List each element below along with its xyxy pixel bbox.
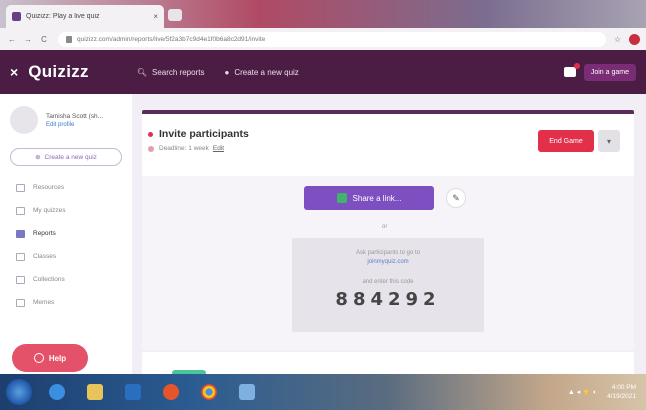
- windows-start-icon[interactable]: [6, 379, 32, 405]
- lock-icon: [66, 35, 72, 43]
- create-quiz-button[interactable]: ⊕ Create a new quiz: [10, 148, 122, 166]
- invite-title-text: Invite participants: [159, 128, 249, 140]
- share-link-label: Share a link...: [352, 193, 402, 203]
- google-classroom-icon: [336, 193, 347, 203]
- profile-name: Tamisha Scott (sh...: [46, 112, 104, 120]
- reports-icon: [16, 229, 25, 238]
- taskbar-app-media[interactable]: [118, 379, 148, 405]
- tab-close-icon[interactable]: ×: [153, 12, 158, 21]
- sidebar-item-my-quizzes[interactable]: My quizzes: [0, 199, 132, 222]
- edit-deadline-link[interactable]: Edit: [213, 145, 224, 152]
- sidebar-item-memes[interactable]: Memes: [0, 291, 132, 314]
- sidebar-item-resources[interactable]: Resources: [0, 176, 132, 199]
- browser-profile-icon[interactable]: [629, 33, 640, 45]
- window-icon: [239, 384, 255, 400]
- forward-icon[interactable]: →: [22, 35, 34, 44]
- create-quiz-link[interactable]: ● Create a new quiz: [224, 68, 298, 77]
- firefox-icon: [163, 384, 179, 400]
- join-game-button[interactable]: Join a game: [583, 63, 636, 81]
- back-icon[interactable]: ←: [6, 35, 18, 44]
- taskbar-app-chrome[interactable]: [194, 379, 224, 405]
- sidebar: Tamisha Scott (sh... Edit profile ⊕ Crea…: [0, 94, 132, 374]
- enter-code-instruction: and enter this code: [362, 279, 414, 285]
- clock-date: 4/19/2021: [607, 393, 636, 400]
- or-divider: or: [382, 224, 388, 230]
- plus-icon: ⊕: [35, 154, 41, 161]
- close-icon[interactable]: ×: [10, 64, 18, 80]
- avatar[interactable]: [10, 106, 38, 134]
- sidebar-item-label: My quizzes: [33, 207, 66, 214]
- browser-toolbar: ← → C quizizz.com/admin/reports/live/5f2…: [0, 28, 646, 50]
- internet-explorer-icon: [49, 384, 65, 400]
- sidebar-item-label: Collections: [33, 276, 65, 283]
- taskbar-app-ie[interactable]: [42, 379, 72, 405]
- help-icon: [33, 353, 44, 363]
- app-header: × Quizizz 🔍︎ Search reports ● Create a n…: [0, 50, 646, 94]
- notification-badge: [573, 63, 580, 69]
- secondary-card: [142, 352, 634, 376]
- notification-icon[interactable]: [563, 63, 580, 77]
- sidebar-item-reports[interactable]: Reports: [0, 222, 132, 245]
- quizizz-favicon-icon: [12, 12, 21, 21]
- profile-box[interactable]: Tamisha Scott (sh... Edit profile: [0, 94, 132, 140]
- system-tray-icons[interactable]: ▲ ◂ ⚡ ◐: [568, 388, 597, 396]
- sidebar-item-label: Classes: [33, 253, 57, 260]
- join-url-link[interactable]: joinmyquiz.com: [292, 259, 484, 265]
- quizizz-logo[interactable]: Quizizz: [28, 62, 89, 82]
- quiz-icon: [16, 206, 25, 215]
- search-icon: 🔍︎: [136, 67, 147, 77]
- new-tab-button[interactable]: [168, 9, 182, 21]
- chrome-icon: [201, 384, 217, 400]
- chevron-down-icon[interactable]: ▾: [598, 130, 620, 152]
- tab-title: Quizizz: Play a live quiz: [26, 13, 100, 20]
- reload-icon[interactable]: C: [38, 35, 50, 44]
- taskbar-app-firefox[interactable]: [156, 379, 186, 405]
- sidebar-item-label: Reports: [33, 230, 56, 237]
- live-dot-icon: [148, 131, 153, 137]
- plus-circle-icon: ●: [224, 67, 230, 77]
- sidebar-item-label: Memes: [33, 299, 55, 306]
- taskbar-app-explorer[interactable]: [80, 379, 110, 405]
- invite-header: Invite participants Deadline: 1 week Edi…: [148, 128, 628, 164]
- clock-time: 4:00 PM: [611, 384, 636, 391]
- address-url: quizizz.com/admin/reports/live/5f2a3b7c9…: [77, 35, 266, 43]
- browser-tab[interactable]: Quizizz: Play a live quiz ×: [6, 5, 164, 28]
- taskbar-app-window[interactable]: [232, 379, 262, 405]
- edit-profile-link[interactable]: Edit profile: [46, 122, 103, 128]
- end-game-button[interactable]: End Game: [538, 130, 594, 152]
- clock[interactable]: 4:00 PM 4/19/2021: [607, 383, 636, 401]
- deadline-text: Deadline: 1 week: [159, 145, 209, 152]
- join-instruction: Ask participants to go to: [355, 250, 421, 256]
- game-code: 884292: [335, 289, 441, 310]
- sidebar-item-classes[interactable]: Classes: [0, 245, 132, 268]
- os-taskbar: ▲ ◂ ⚡ ◐ 4:00 PM 4/19/2021: [0, 374, 646, 410]
- create-quiz-label: Create a new quiz: [234, 67, 299, 77]
- browser-tabbar: Quizizz: Play a live quiz ×: [0, 0, 646, 28]
- pencil-icon[interactable]: ✎: [446, 188, 466, 208]
- help-label: Help: [48, 353, 67, 363]
- clock-icon: [148, 145, 154, 152]
- share-area: Share a link... ✎ or Ask participants to…: [142, 176, 634, 350]
- sidebar-item-collections[interactable]: Collections: [0, 268, 132, 291]
- address-bar[interactable]: quizizz.com/admin/reports/live/5f2a3b7c9…: [58, 31, 606, 47]
- search-reports-label: Search reports: [152, 67, 205, 77]
- create-quiz-button-label: Create a new quiz: [44, 153, 97, 161]
- bookmark-star-icon[interactable]: ☆: [614, 35, 621, 44]
- invite-card: Invite participants Deadline: 1 week Edi…: [142, 110, 634, 350]
- sidebar-item-label: Resources: [33, 184, 65, 191]
- search-reports-link[interactable]: 🔍︎ Search reports: [137, 68, 205, 77]
- join-code-box: Ask participants to go to joinmyquiz.com…: [292, 238, 484, 332]
- resources-icon: [16, 183, 25, 192]
- media-player-icon: [125, 384, 141, 400]
- folder-icon: [87, 384, 103, 400]
- share-link-button[interactable]: Share a link...: [304, 186, 434, 210]
- classes-icon: [16, 252, 25, 261]
- memes-icon: [16, 298, 25, 307]
- help-button[interactable]: Help: [12, 344, 88, 372]
- collections-icon: [16, 275, 25, 284]
